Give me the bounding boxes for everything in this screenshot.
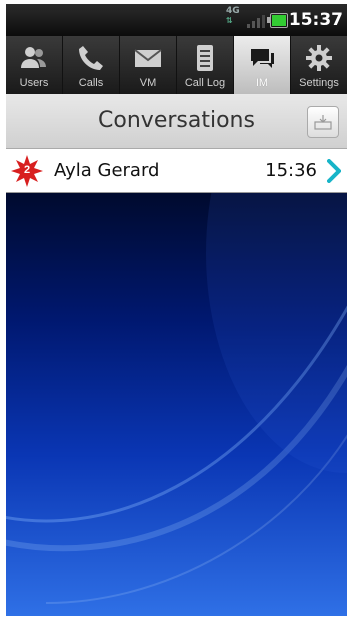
phone-screen: 4G ⇅ 15:37 Users Calls VM Call Log IM Se… bbox=[6, 4, 347, 616]
data-arrows-icon: ⇅ bbox=[226, 16, 233, 25]
tab-calls[interactable]: Calls bbox=[63, 36, 120, 94]
call-log-icon bbox=[197, 45, 213, 71]
compose-message-icon bbox=[314, 115, 332, 130]
contact-name: Ayla Gerard bbox=[54, 160, 160, 181]
tab-call-log[interactable]: Call Log bbox=[177, 36, 234, 94]
chevron-right-icon bbox=[327, 159, 341, 183]
tab-vm[interactable]: VM bbox=[120, 36, 177, 94]
tab-users[interactable]: Users bbox=[6, 36, 63, 94]
signal-icon bbox=[247, 15, 265, 28]
chat-bubble-icon bbox=[251, 49, 274, 68]
status-bar: 4G ⇅ 15:37 bbox=[6, 4, 347, 36]
page-title: Conversations bbox=[98, 108, 255, 133]
phone-icon bbox=[79, 46, 103, 70]
gear-icon bbox=[306, 45, 332, 71]
network-indicator: 4G ⇅ bbox=[226, 6, 240, 26]
compose-button[interactable] bbox=[307, 106, 339, 138]
wallpaper-swirl bbox=[6, 193, 347, 604]
unread-badge: 2 bbox=[11, 155, 43, 187]
tab-im[interactable]: IM bbox=[234, 36, 291, 94]
tab-bar: Users Calls VM Call Log IM Settings bbox=[6, 36, 347, 94]
status-time: 15:37 bbox=[288, 10, 343, 30]
conversations-header: Conversations bbox=[6, 94, 347, 149]
users-icon bbox=[21, 47, 46, 68]
envelope-icon bbox=[134, 49, 162, 67]
conversation-time: 15:36 bbox=[265, 160, 317, 181]
tab-settings[interactable]: Settings bbox=[291, 36, 347, 94]
conversation-row[interactable]: 2 Ayla Gerard 15:36 bbox=[6, 149, 347, 193]
wallpaper bbox=[6, 193, 347, 616]
battery-icon bbox=[267, 13, 288, 28]
